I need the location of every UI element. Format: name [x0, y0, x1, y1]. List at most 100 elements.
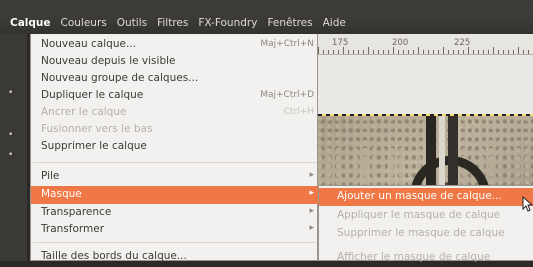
submenu-arrow-icon: ▸: [309, 223, 314, 233]
left-dock: • • •: [0, 34, 27, 261]
menu-item-shortcut: Maj+Ctrl+N: [260, 39, 314, 49]
ruler-tick: [448, 50, 449, 54]
menu-item-new-layer[interactable]: Nouveau calque... Maj+Ctrl+N: [31, 36, 318, 54]
menu-item-stack[interactable]: Pile ▸: [31, 168, 318, 186]
menu-item-anchor-layer[interactable]: Ancrer le calque Ctrl+H: [31, 104, 318, 122]
menu-item-transparency[interactable]: Transparence ▸: [31, 204, 318, 222]
ruler-tick: [473, 50, 474, 54]
ruler-tick: [483, 50, 484, 54]
dock-handle-icon: •: [8, 150, 14, 160]
menu-fx-foundry[interactable]: FX-Foundry: [193, 12, 262, 34]
menu-item-label: Transparence: [41, 206, 112, 218]
submenu-item-delete-layer-mask[interactable]: Supprimer le masque de calque: [319, 225, 533, 243]
menu-item-shortcut: Maj+Ctrl+D: [260, 90, 314, 100]
menu-item-label: Masque: [41, 188, 82, 200]
menu-item-duplicate-layer[interactable]: Dupliquer le calque Maj+Ctrl+D: [31, 87, 318, 105]
menu-item-layer-boundary-size[interactable]: Taille des bords du calque...: [31, 248, 318, 266]
menu-item-shortcut: Ctrl+H: [283, 107, 314, 117]
ruler-tick: [388, 50, 389, 54]
ruler-label: 200: [392, 38, 409, 48]
ruler-tick: [318, 47, 319, 54]
ruler-tick: [523, 50, 524, 54]
submenu-arrow-icon: ▸: [309, 206, 314, 216]
ruler-tick: [428, 50, 429, 54]
menu-item-transform[interactable]: Transformer ▸: [31, 221, 318, 239]
menu-item-label: Pile: [41, 170, 60, 182]
menu-item-label: Supprimer le calque: [41, 140, 147, 152]
ruler-tick: [403, 50, 404, 54]
menu-item-label: Nouveau groupe de calques...: [41, 72, 199, 84]
ruler-tick: [348, 50, 349, 54]
menu-item-mask[interactable]: Masque ▸: [31, 186, 318, 204]
window-title-strip: [0, 0, 533, 12]
menu-item-label: Dupliquer le calque: [41, 89, 144, 101]
horizontal-ruler: 175 200 225: [318, 34, 533, 55]
ruler-tick: [508, 50, 509, 54]
ruler-tick: [398, 50, 399, 54]
ruler-tick: [488, 50, 489, 54]
menu-couleurs[interactable]: Couleurs: [56, 12, 112, 34]
submenu-arrow-icon: ▸: [309, 170, 314, 180]
ruler-tick: [368, 47, 369, 54]
submenu-item-show-layer-mask[interactable]: Afficher le masque de calque: [319, 249, 533, 267]
menu-item-label: Afficher le masque de calque: [337, 251, 491, 263]
ruler-tick: [358, 50, 359, 54]
menu-item-label: Ancrer le calque: [41, 106, 127, 118]
ruler-tick: [408, 50, 409, 54]
submenu-item-apply-layer-mask[interactable]: Appliquer le masque de calque: [319, 207, 533, 225]
ruler-tick: [438, 50, 439, 54]
menu-item-label: Fusionner vers le bas: [41, 123, 153, 135]
ruler-tick: [468, 47, 469, 54]
submenu-arrow-icon: ▸: [309, 188, 314, 198]
ruler-tick: [418, 47, 419, 54]
ruler-tick: [443, 47, 444, 54]
menu-item-label: Nouveau depuis le visible: [41, 55, 176, 67]
menu-item-new-from-visible[interactable]: Nouveau depuis le visible: [31, 53, 318, 71]
ruler-tick: [453, 50, 454, 54]
ruler-tick: [458, 50, 459, 54]
ruler-tick: [528, 50, 529, 54]
menu-item-label: Transformer: [41, 223, 105, 235]
menu-item-label: Supprimer le masque de calque: [337, 227, 505, 239]
mouse-cursor-icon: [522, 196, 533, 212]
ruler-tick: [338, 50, 339, 54]
dock-handle-icon: •: [8, 130, 14, 140]
menu-item-label: Ajouter un masque de calque...: [337, 190, 502, 202]
ruler-tick: [323, 50, 324, 54]
ruler-tick: [373, 50, 374, 54]
ruler-tick: [493, 47, 494, 54]
ruler-tick: [498, 50, 499, 54]
ruler-tick: [393, 47, 394, 54]
menu-fenetres[interactable]: Fenêtres: [262, 12, 317, 34]
menu-item-merge-down[interactable]: Fusionner vers le bas: [31, 121, 318, 139]
ruler-tick: [383, 50, 384, 54]
ruler-tick: [343, 47, 344, 54]
menu-separator: [33, 162, 316, 163]
menu-item-label: Appliquer le masque de calque: [337, 209, 501, 221]
menubar: Calque Couleurs Outils Filtres FX-Foundr…: [0, 12, 533, 34]
menu-item-delete-layer[interactable]: Supprimer le calque: [31, 138, 318, 156]
menu-outils[interactable]: Outils: [112, 12, 152, 34]
ruler-tick: [378, 50, 379, 54]
menu-filtres[interactable]: Filtres: [152, 12, 193, 34]
ruler-label: 175: [332, 38, 349, 48]
menu-item-label: Nouveau calque...: [41, 38, 136, 50]
mask-submenu: Ajouter un masque de calque... Appliquer…: [318, 185, 533, 263]
menu-calque[interactable]: Calque: [0, 12, 56, 34]
menu-item-label: Taille des bords du calque...: [41, 250, 187, 262]
menu-item-new-layer-group[interactable]: Nouveau groupe de calques...: [31, 70, 318, 88]
ruler-tick: [463, 50, 464, 54]
layer-menu: Nouveau calque... Maj+Ctrl+N Nouveau dep…: [30, 34, 318, 262]
ruler-tick: [518, 47, 519, 54]
ruler-tick: [353, 50, 354, 54]
ruler-tick: [328, 50, 329, 54]
ruler-tick: [363, 50, 364, 54]
ruler-tick: [478, 50, 479, 54]
ruler-tick: [503, 50, 504, 54]
ruler-tick: [513, 50, 514, 54]
dock-handle-icon: •: [8, 88, 14, 98]
submenu-item-add-layer-mask[interactable]: Ajouter un masque de calque...: [319, 188, 533, 206]
ruler-tick: [433, 50, 434, 54]
menu-aide[interactable]: Aide: [318, 12, 351, 34]
ruler-tick: [413, 50, 414, 54]
